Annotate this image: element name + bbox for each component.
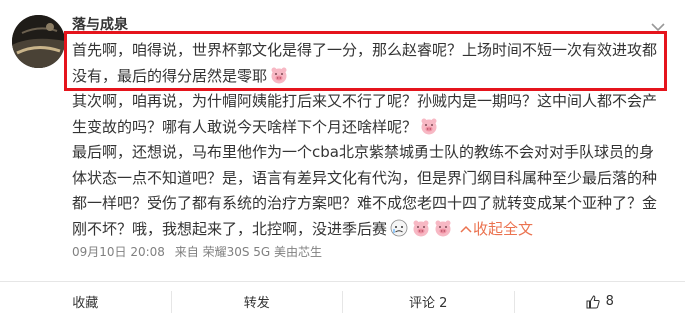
paragraph-2-text: 其次啊，咱再说，为什帽阿姨能打后来又不行了呢？孙贼内是一期吗？这中间人都不会产生…	[72, 92, 658, 136]
paragraph-3: 最后啊，还想说，马布里他作为一个cba北京紫禁城勇士队的教练不会对对手队球员的身…	[72, 140, 662, 242]
username[interactable]: 落与成泉	[72, 15, 128, 35]
pig-emoji-icon	[271, 67, 287, 83]
like-count: 8	[605, 294, 614, 309]
post-date[interactable]: 09月10日 20:08	[72, 245, 165, 259]
pig-emoji-icon	[413, 220, 429, 236]
avatar[interactable]	[12, 15, 65, 68]
pig-emoji-icon	[421, 118, 437, 134]
paragraph-3-text: 最后啊，还想说，马布里他作为一个cba北京紫禁城勇士队的教练不会对对手队球员的身…	[72, 143, 658, 238]
chevron-down-icon[interactable]	[651, 22, 665, 32]
post-meta: 09月10日 20:08 来自 荣耀30S 5G 美由芯生	[72, 243, 328, 261]
collapse-label: 收起全文	[473, 219, 534, 238]
comment-button[interactable]: 评论 2	[342, 290, 514, 313]
repost-button[interactable]: 转发	[170, 290, 343, 313]
paragraph-2: 其次啊，咱再说，为什帽阿姨能打后来又不行了呢？孙贼内是一期吗？这中间人都不会产生…	[72, 89, 662, 140]
sad-face-emoji-icon	[390, 219, 408, 236]
collapse-text-link[interactable]: 收起全文	[453, 220, 533, 238]
favorite-button[interactable]: 收藏	[0, 291, 171, 313]
action-bar: 收藏 转发 评论 2 8	[0, 281, 685, 321]
pig-emoji-icon	[435, 220, 451, 236]
paragraph-1: 首先啊，咱得说，世界杯郭文化是得了一分，那么赵睿呢？上场时间不短一次有效进攻都没…	[72, 38, 662, 89]
thumbs-up-icon	[586, 294, 600, 308]
post-source: 来自 荣耀30S 5G 美由芯生	[174, 245, 323, 259]
post-body: 首先啊，咱得说，世界杯郭文化是得了一分，那么赵睿呢？上场时间不短一次有效进攻都没…	[72, 38, 662, 242]
paragraph-1-text: 首先啊，咱得说，世界杯郭文化是得了一分，那么赵睿呢？上场时间不短一次有效进攻都没…	[72, 41, 658, 85]
collapse-icon	[460, 225, 472, 233]
repost-label: 转发	[243, 296, 270, 311]
like-button[interactable]: 8	[513, 290, 685, 313]
favorite-label: 收藏	[72, 296, 99, 311]
comment-label: 评论 2	[409, 296, 448, 311]
